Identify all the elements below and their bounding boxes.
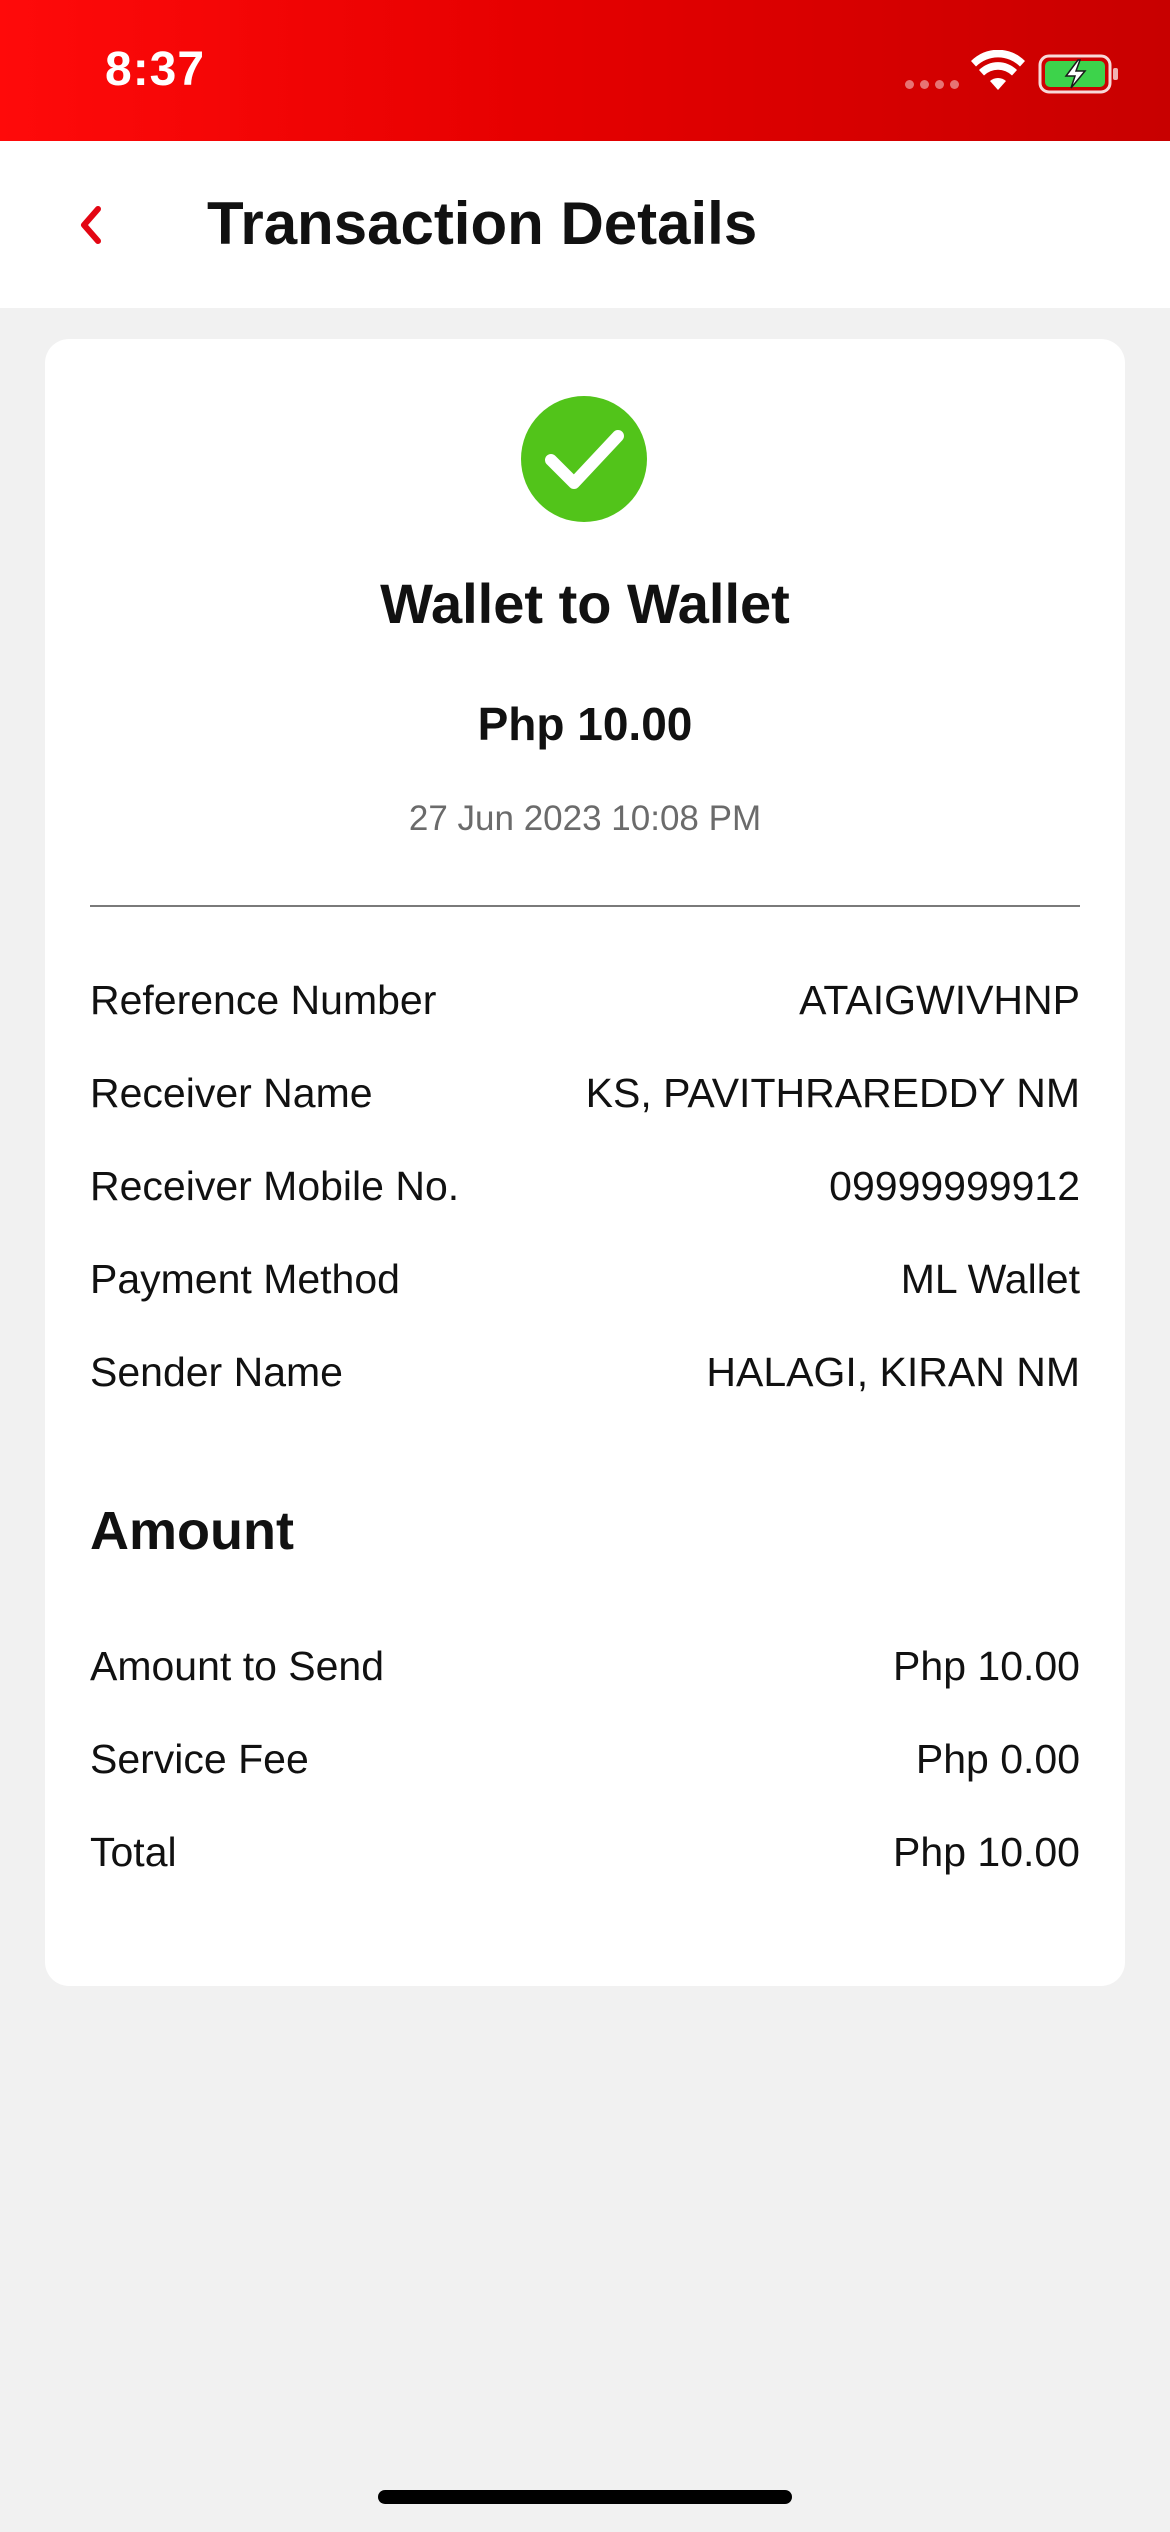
detail-row-payment-method: Payment Method ML Wallet — [90, 1249, 1080, 1309]
detail-label: Sender Name — [90, 1348, 343, 1395]
status-bar: 8:37 — [0, 0, 1170, 141]
amount-label: Amount to Send — [90, 1642, 385, 1689]
amount-row-total: Total Php 10.00 — [90, 1822, 1080, 1882]
amount-value: Php 10.00 — [893, 1828, 1080, 1875]
detail-row-receiver-mobile: Receiver Mobile No. 09999999912 — [90, 1156, 1080, 1216]
detail-label: Receiver Mobile No. — [90, 1162, 460, 1209]
detail-label: Payment Method — [90, 1255, 400, 1302]
detail-value: KS, PAVITHRAREDDY NM — [585, 1069, 1080, 1116]
transaction-amount: Php 10.00 — [477, 698, 693, 750]
success-check-icon — [521, 396, 647, 522]
chevron-left-icon — [81, 206, 101, 244]
detail-row-sender-name: Sender Name HALAGI, KIRAN NM — [90, 1342, 1080, 1402]
detail-value: HALAGI, KIRAN NM — [706, 1348, 1080, 1395]
navigation-bar: Transaction Details — [0, 141, 1170, 308]
transaction-date: 27 Jun 2023 10:08 PM — [408, 799, 762, 838]
detail-value: 09999999912 — [829, 1162, 1080, 1209]
detail-label: Reference Number — [90, 976, 437, 1023]
amount-row-service-fee: Service Fee Php 0.00 — [90, 1729, 1080, 1789]
amount-row-amount-to-send: Amount to Send Php 10.00 — [90, 1636, 1080, 1696]
amount-label: Total — [90, 1828, 177, 1875]
home-indicator[interactable] — [378, 2490, 792, 2504]
amount-value: Php 0.00 — [915, 1735, 1080, 1782]
detail-row-receiver-name: Receiver Name KS, PAVITHRAREDDY NM — [90, 1063, 1080, 1123]
amount-label: Service Fee — [90, 1735, 309, 1782]
cellular-signal-icon — [905, 80, 959, 89]
detail-label: Receiver Name — [90, 1069, 373, 1116]
wifi-icon — [971, 50, 1025, 90]
divider — [90, 905, 1080, 907]
page-title: Transaction Details — [207, 190, 758, 257]
amount-section-title: Amount — [90, 1501, 294, 1561]
amount-value: Php 10.00 — [893, 1642, 1080, 1689]
transaction-type: Wallet to Wallet — [380, 572, 790, 635]
detail-value: ATAIGWIVHNP — [799, 976, 1080, 1023]
transaction-card: Wallet to Wallet Php 10.00 27 Jun 2023 1… — [45, 339, 1125, 1986]
back-button[interactable] — [60, 181, 120, 269]
detail-row-reference-number: Reference Number ATAIGWIVHNP — [90, 970, 1080, 1030]
battery-charging-icon — [1038, 54, 1118, 94]
detail-value: ML Wallet — [900, 1255, 1080, 1302]
status-time: 8:37 — [105, 43, 206, 96]
